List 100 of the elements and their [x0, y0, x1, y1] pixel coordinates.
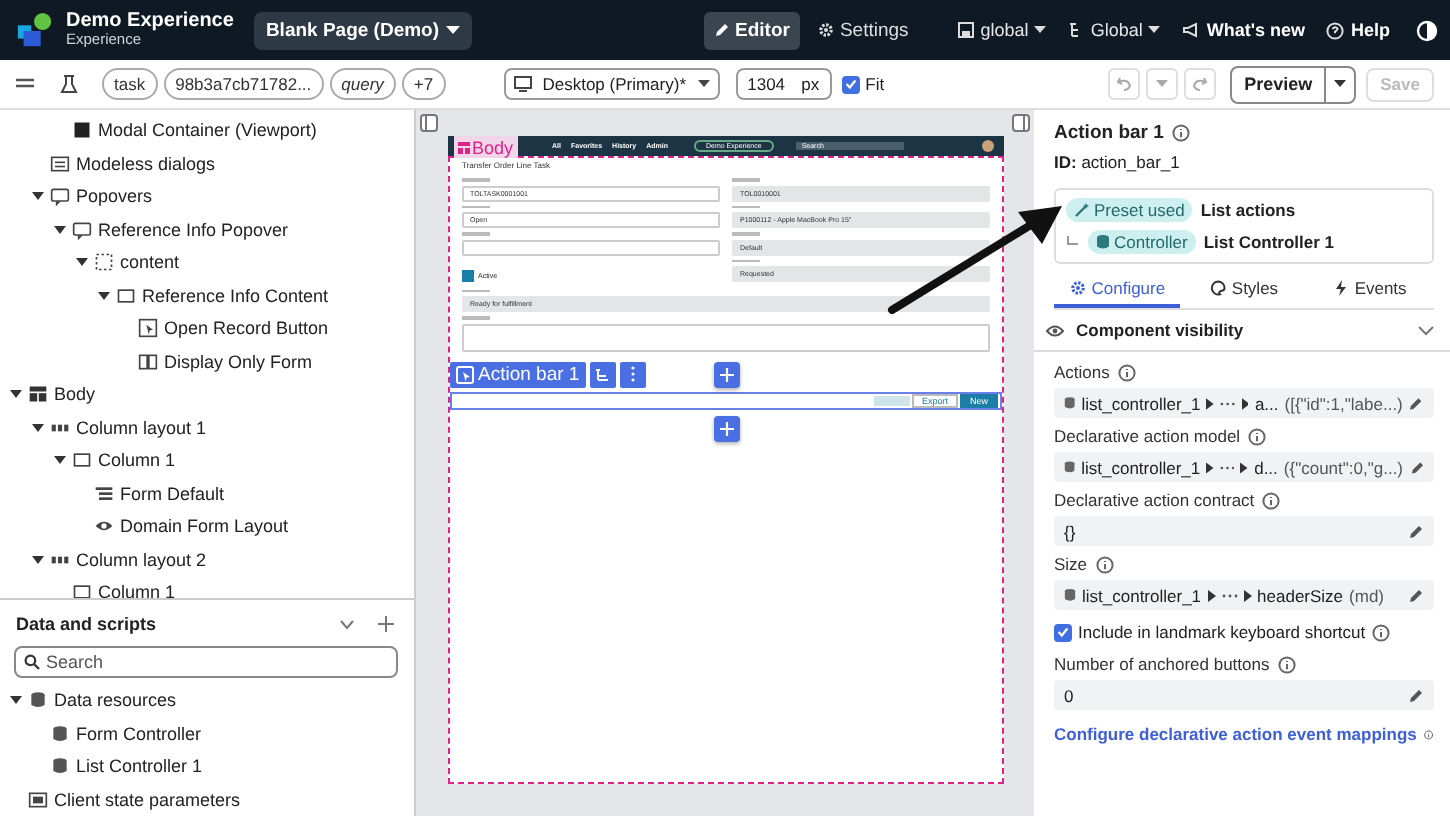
- caret-icon: [1206, 397, 1215, 409]
- info-icon[interactable]: [1171, 124, 1190, 142]
- header-menu[interactable]: Help: [1326, 20, 1390, 40]
- flask-icon[interactable]: [60, 74, 78, 94]
- save-icon: [958, 22, 975, 38]
- edit-icon[interactable]: [1409, 459, 1424, 475]
- tree-item[interactable]: Reference Info Content: [0, 279, 414, 312]
- caret-icon[interactable]: [75, 256, 87, 269]
- database-icon: [28, 690, 48, 711]
- property-field[interactable]: {}: [1054, 516, 1434, 546]
- palette-icon: [1209, 280, 1226, 296]
- label-line: [732, 259, 760, 262]
- tree-item[interactable]: Modeless dialogs: [0, 147, 414, 180]
- tree-item[interactable]: Data resources: [0, 684, 414, 717]
- speech-bubble-icon: [72, 219, 92, 240]
- mode-tab[interactable]: Settings: [807, 11, 919, 49]
- tree-item[interactable]: Form Controller: [0, 717, 414, 750]
- add-icon[interactable]: [378, 616, 394, 632]
- caret-icon[interactable]: [9, 694, 21, 707]
- tree-item[interactable]: Column 1: [0, 444, 414, 477]
- info-icon[interactable]: [1248, 427, 1267, 445]
- chevron-icon[interactable]: [340, 619, 354, 629]
- tree-item[interactable]: Form Default: [0, 477, 414, 510]
- caret-icon[interactable]: [31, 421, 43, 434]
- form-field[interactable]: [462, 323, 990, 351]
- parameter-chip[interactable]: +7: [401, 68, 446, 100]
- landmark-checkbox[interactable]: Include in landmark keyboard shortcut: [1054, 622, 1434, 642]
- add-button[interactable]: [713, 415, 739, 441]
- tree-item[interactable]: Open Record Button: [0, 312, 414, 345]
- tree-item[interactable]: Column 1: [0, 576, 414, 598]
- property-field[interactable]: list_controller_1 d... ({"count":0,"g...): [1054, 452, 1434, 482]
- redo-icon: [1192, 76, 1209, 92]
- tree-item[interactable]: Body: [0, 378, 414, 411]
- component-tag[interactable]: Action bar 1: [450, 361, 586, 387]
- search-field[interactable]: Search: [14, 646, 398, 678]
- square-outline-icon: [116, 285, 136, 306]
- tree-item[interactable]: Display Only Form: [0, 345, 414, 378]
- hierarchy-button[interactable]: [589, 361, 616, 387]
- info-icon[interactable]: [1277, 655, 1296, 673]
- info-icon[interactable]: [1424, 725, 1434, 743]
- add-button[interactable]: [714, 361, 740, 387]
- tree-item[interactable]: Modal Container (Viewport): [0, 114, 414, 147]
- parameter-chip[interactable]: 98b3a7cb71782...: [163, 68, 324, 100]
- width-field[interactable]: 1304 px: [735, 68, 832, 100]
- database-icon: [50, 723, 70, 744]
- caret-icon[interactable]: [53, 454, 65, 467]
- info-icon[interactable]: [1117, 363, 1136, 381]
- caret-icon[interactable]: [9, 388, 21, 401]
- info-icon[interactable]: [1262, 491, 1281, 509]
- hierarchy-icon: [594, 367, 611, 381]
- tree-item[interactable]: Column layout 2: [0, 543, 414, 576]
- checkmark-icon: [843, 76, 858, 92]
- database-icon: [1096, 234, 1110, 250]
- caret-icon[interactable]: [53, 223, 65, 236]
- edit-icon[interactable]: [1408, 523, 1424, 539]
- mode-tab[interactable]: Editor: [703, 11, 800, 49]
- tree-item[interactable]: Domain Form Layout: [0, 510, 414, 543]
- mappings-link[interactable]: Configure declarative action event mappings: [1054, 724, 1417, 744]
- header-menu[interactable]: Global: [1068, 20, 1161, 40]
- more-button[interactable]: [619, 361, 646, 387]
- caret-icon: [1334, 80, 1347, 88]
- property-field[interactable]: list_controller_1 a... ([{"id":1,"labe...): [1054, 388, 1434, 418]
- edit-icon[interactable]: [1408, 687, 1424, 703]
- panel-tab[interactable]: Events: [1307, 272, 1434, 308]
- panel-toggle-icon[interactable]: [420, 114, 438, 132]
- parameter-chip[interactable]: query: [329, 68, 396, 100]
- tree-item[interactable]: Column layout 1: [0, 411, 414, 444]
- avatar-icon[interactable]: [982, 140, 994, 152]
- property-field[interactable]: list_controller_1 headerSize (md): [1054, 580, 1434, 610]
- contrast-icon[interactable]: [1416, 19, 1438, 41]
- page-menu[interactable]: Blank Page (Demo): [253, 11, 472, 49]
- header-menu[interactable]: global: [958, 20, 1047, 40]
- property-field[interactable]: 0: [1054, 680, 1434, 710]
- edit-icon[interactable]: [1408, 395, 1424, 411]
- parameter-chip[interactable]: task: [102, 68, 158, 100]
- info-icon[interactable]: [1371, 623, 1390, 641]
- caret-icon[interactable]: [31, 190, 43, 203]
- label-line: [462, 205, 490, 208]
- tree-item[interactable]: Popovers: [0, 180, 414, 213]
- tree-item[interactable]: Reference Info Popover: [0, 213, 414, 246]
- caret-icon: [1241, 397, 1249, 409]
- tree-item[interactable]: content: [0, 246, 414, 279]
- edit-icon[interactable]: [1408, 587, 1424, 603]
- panel-tab[interactable]: Configure: [1054, 272, 1181, 308]
- header-menu[interactable]: What's new: [1182, 20, 1305, 40]
- fit-checkbox[interactable]: Fit: [841, 74, 885, 94]
- info-icon[interactable]: [1095, 555, 1114, 573]
- caret-icon[interactable]: [97, 289, 109, 302]
- form-field[interactable]: [462, 239, 720, 255]
- caret-icon[interactable]: [31, 553, 43, 566]
- tree-item[interactable]: List Controller 1: [0, 750, 414, 783]
- panel-toggle-icon[interactable]: [1012, 114, 1030, 132]
- label-line: [462, 232, 490, 235]
- device-select[interactable]: Desktop (Primary)*: [503, 68, 720, 100]
- section-header[interactable]: Component visibility: [1034, 310, 1450, 352]
- caret-icon: [1240, 461, 1249, 473]
- menu-icon[interactable]: [16, 76, 34, 92]
- checkmark-icon: [1056, 624, 1070, 640]
- panel-tab[interactable]: Styles: [1180, 272, 1308, 308]
- tree-item[interactable]: Client state parameters: [0, 783, 414, 816]
